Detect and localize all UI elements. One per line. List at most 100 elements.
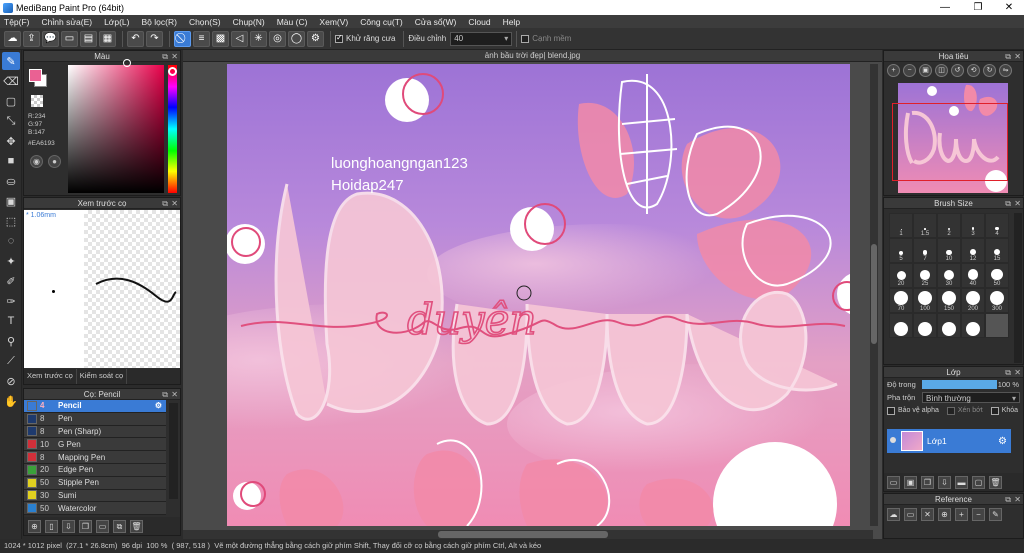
reference-zoom-out-icon[interactable]: − bbox=[972, 508, 985, 521]
upload-icon[interactable]: ⇪ bbox=[23, 30, 40, 47]
layer-copy-icon[interactable]: ❐ bbox=[921, 475, 934, 489]
saturation-value-picker[interactable] bbox=[68, 65, 164, 193]
select-tool-icon[interactable]: ⬚ bbox=[2, 212, 20, 230]
brush-size-cell[interactable]: 40 bbox=[961, 263, 985, 288]
maximize-button[interactable]: ❐ bbox=[963, 0, 993, 15]
layer-folder-icon[interactable]: ▬ bbox=[955, 475, 968, 489]
hand-tool-icon[interactable]: ✋ bbox=[2, 392, 20, 410]
protect-alpha-checkbox[interactable] bbox=[887, 406, 895, 415]
canvas-vertical-scrollbar[interactable] bbox=[870, 64, 878, 526]
reference-fit-icon[interactable]: ⊕ bbox=[938, 508, 951, 521]
float-panel-icon[interactable]: ⧉ bbox=[1005, 367, 1011, 378]
float-panel-icon[interactable]: ⧉ bbox=[162, 51, 168, 62]
brush-list-item[interactable]: 10 G Pen bbox=[24, 438, 166, 452]
document-tab[interactable]: ảnh bầu trời đẹp| blend.jpg bbox=[183, 50, 882, 62]
select-pen-tool-icon[interactable]: ✐ bbox=[2, 272, 20, 290]
float-panel-icon[interactable]: ⧉ bbox=[162, 389, 168, 400]
fill-rect-tool-icon[interactable]: ■ bbox=[2, 152, 20, 170]
operation-tool-icon[interactable]: ⚲ bbox=[2, 332, 20, 350]
menu-filter[interactable]: Bộ lọc(R) bbox=[142, 17, 177, 27]
canvas-horizontal-scrollbar[interactable] bbox=[183, 530, 873, 539]
minimize-button[interactable]: — bbox=[930, 0, 960, 15]
layer-visibility-icon[interactable] bbox=[890, 437, 896, 443]
brush-size-cell[interactable]: 150 bbox=[937, 288, 961, 313]
lock-checkbox[interactable] bbox=[990, 406, 999, 415]
correction-select[interactable]: 40 bbox=[450, 31, 513, 46]
brush-size-cell[interactable]: 1.5 bbox=[913, 213, 937, 238]
brush-size-cell[interactable]: 7 bbox=[913, 238, 937, 263]
rotate-reset-icon[interactable]: ⟲ bbox=[967, 64, 980, 77]
snap-off-icon[interactable]: ⃠ bbox=[174, 30, 191, 47]
horizontal-scroll-thumb[interactable] bbox=[438, 531, 608, 538]
float-panel-icon[interactable]: ⧉ bbox=[1005, 51, 1011, 62]
brush-size-cell[interactable]: 1 bbox=[889, 213, 913, 238]
brush-size-cell[interactable] bbox=[913, 313, 937, 338]
brush-size-cell[interactable]: 5 bbox=[889, 238, 913, 263]
eraser-tool-icon[interactable]: ⌫ bbox=[2, 72, 20, 90]
magic-wand-tool-icon[interactable]: ✦ bbox=[2, 252, 20, 270]
document-icon[interactable]: ▤ bbox=[80, 30, 97, 47]
brush-list-item[interactable]: 30 Sumi bbox=[24, 489, 166, 503]
layer-item[interactable]: Lớp1 ⚙ bbox=[887, 429, 1011, 453]
brush-size-cell[interactable]: 15 bbox=[985, 238, 1009, 263]
transparent-color-swatch[interactable] bbox=[31, 95, 43, 107]
reference-close-icon[interactable]: ✕ bbox=[921, 508, 934, 521]
palette-icon[interactable]: ◉ bbox=[30, 155, 43, 168]
rotate-right-icon[interactable]: ↻ bbox=[983, 64, 996, 77]
brush-size-cell[interactable] bbox=[985, 313, 1009, 338]
float-panel-icon[interactable]: ⧉ bbox=[162, 198, 168, 209]
brush-size-cell[interactable]: 3 bbox=[961, 213, 985, 238]
brush-settings-icon[interactable]: ⚙ bbox=[155, 401, 162, 410]
monitor-icon[interactable]: ▭ bbox=[61, 30, 78, 47]
canvas-artwork[interactable]: duyên luonghoangngan123 Hoidap247 bbox=[227, 64, 850, 526]
menu-layer[interactable]: Lớp(L) bbox=[104, 17, 129, 27]
reference-zoom-in-icon[interactable]: + bbox=[955, 508, 968, 521]
close-panel-icon[interactable]: ✕ bbox=[171, 198, 178, 209]
layer-settings-icon[interactable]: ⚙ bbox=[998, 436, 1007, 447]
brush-size-cell[interactable] bbox=[889, 313, 913, 338]
brush-size-cell[interactable]: 100 bbox=[913, 288, 937, 313]
close-panel-icon[interactable]: ✕ bbox=[171, 389, 178, 400]
color-settings-icon[interactable]: ● bbox=[48, 155, 61, 168]
brush-size-cell[interactable]: 2 bbox=[937, 213, 961, 238]
new-layer-icon[interactable]: ▭ bbox=[887, 475, 900, 489]
brush-size-cell[interactable]: 70 bbox=[889, 288, 913, 313]
layer-up-icon[interactable]: ▢ bbox=[972, 475, 985, 489]
undo-icon[interactable]: ↶ bbox=[127, 30, 144, 47]
brush-import-icon[interactable]: ⇩ bbox=[62, 519, 75, 533]
menu-help[interactable]: Help bbox=[503, 17, 520, 27]
tab-brush-preview[interactable]: Xem trước cọ bbox=[24, 369, 77, 384]
brush-size-cell[interactable] bbox=[961, 313, 985, 338]
tab-brush-control[interactable]: Kiểm soát cọ bbox=[77, 369, 128, 384]
brush-list-item[interactable]: 8 Mapping Pen bbox=[24, 451, 166, 464]
navigator-viewport-rect[interactable] bbox=[892, 103, 1008, 181]
layer-merge-icon[interactable]: ⇩ bbox=[938, 475, 951, 489]
menu-file[interactable]: Tệp(F) bbox=[4, 17, 30, 27]
lasso-tool-icon[interactable]: ◌ bbox=[2, 232, 20, 250]
concentric-snap-icon[interactable]: ◎ bbox=[269, 30, 286, 47]
vertical-scroll-thumb[interactable] bbox=[871, 244, 877, 344]
brush-folder-icon[interactable]: ▭ bbox=[96, 519, 109, 533]
layer-delete-icon[interactable]: 🗑 bbox=[989, 475, 1002, 489]
actual-size-icon[interactable]: ◫ bbox=[935, 64, 948, 77]
float-panel-icon[interactable]: ⧉ bbox=[1005, 494, 1011, 505]
rotate-left-icon[interactable]: ↺ bbox=[951, 64, 964, 77]
antialias-checkbox[interactable] bbox=[335, 33, 343, 43]
cloud-icon[interactable]: ☁ bbox=[4, 30, 21, 47]
hue-slider[interactable] bbox=[168, 65, 177, 193]
redo-icon[interactable]: ↷ bbox=[146, 30, 163, 47]
close-panel-icon[interactable]: ✕ bbox=[171, 51, 178, 62]
brush-duplicate-icon[interactable]: ⧉ bbox=[113, 519, 126, 533]
menu-cloud[interactable]: Cloud bbox=[468, 17, 490, 27]
radial-snap-icon[interactable]: ✳ bbox=[250, 30, 267, 47]
select-eraser-tool-icon[interactable]: ✑ bbox=[2, 292, 20, 310]
soft-edge-checkbox[interactable] bbox=[521, 34, 530, 43]
brush-list-item[interactable]: 8 Pen (Sharp) bbox=[24, 425, 166, 439]
fit-icon[interactable]: ▣ bbox=[919, 64, 932, 77]
hue-slider-handle[interactable] bbox=[168, 67, 177, 76]
brush-size-cell[interactable]: 12 bbox=[961, 238, 985, 263]
rectangle-tool-icon[interactable]: ▢ bbox=[2, 92, 20, 110]
brush-list-item[interactable]: 20 Edge Pen bbox=[24, 463, 166, 477]
bucket-tool-icon[interactable]: ⛀ bbox=[2, 172, 20, 190]
curve-snap-icon[interactable]: ◯ bbox=[288, 30, 305, 47]
